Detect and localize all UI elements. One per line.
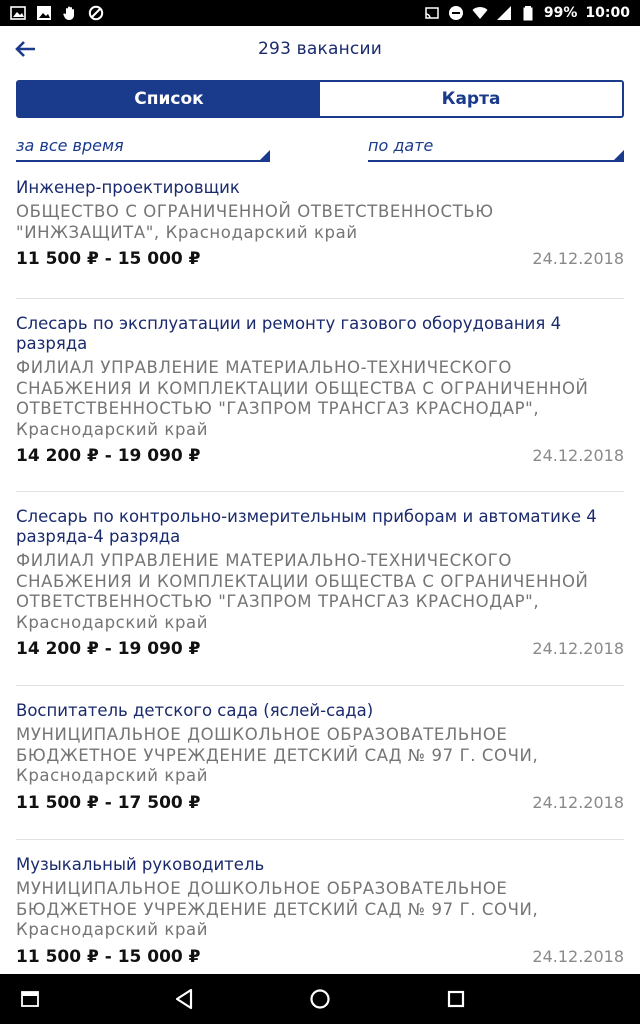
vacancy-employer: МУНИЦИПАЛЬНОЕ ДОШКОЛЬНОЕ ОБРАЗОВАТЕЛЬНОЕ… (16, 879, 539, 939)
battery-icon (523, 6, 533, 21)
period-filter-dropdown[interactable]: за все время (16, 130, 270, 162)
divider (16, 839, 624, 840)
view-switcher: Список Карта (16, 80, 624, 118)
recents-window-icon (21, 991, 39, 1007)
tab-map[interactable]: Карта (320, 82, 622, 116)
app-bar: 293 вакансии (0, 26, 640, 72)
system-nav-bar (0, 974, 640, 1024)
square-overview-icon (447, 990, 465, 1008)
vacancy-title: Инженер-проектировщик (16, 178, 240, 197)
vacancy-date: 24.12.2018 (532, 249, 624, 268)
vacancy-list[interactable]: Инженер-проектировщик ОБЩЕСТВО С ОГРАНИЧ… (0, 170, 640, 974)
divider (16, 685, 624, 686)
vacancy-title: Слесарь по эксплуатации и ремонту газово… (16, 314, 562, 353)
vacancy-date: 24.12.2018 (532, 639, 624, 658)
vacancy-employer: ОБЩЕСТВО С ОГРАНИЧЕННОЙ ОТВЕТСТВЕННОСТЬЮ… (16, 202, 494, 242)
vacancy-card[interactable]: Музыкальный руководитель МУНИЦИПАЛЬНОЕ Д… (0, 855, 640, 967)
vacancy-card[interactable]: Воспитатель детского сада (яслей-сада) М… (0, 701, 640, 813)
back-button[interactable] (10, 34, 40, 64)
sort-filter-dropdown[interactable]: по дате (368, 130, 624, 162)
notification-photo-icon (37, 6, 51, 20)
vacancy-employer: ФИЛИАЛ УПРАВЛЕНИЕ МАТЕРИАЛЬНО-ТЕХНИЧЕСКО… (16, 358, 589, 439)
vacancy-date: 24.12.2018 (532, 792, 624, 812)
vacancy-card[interactable]: Инженер-проектировщик ОБЩЕСТВО С ОГРАНИЧ… (0, 178, 640, 269)
recents-window-button[interactable] (16, 985, 44, 1013)
clock: 10:00 (585, 5, 630, 21)
vacancy-card[interactable]: Слесарь по эксплуатации и ремонту газово… (0, 314, 640, 466)
tab-list[interactable]: Список (18, 82, 320, 116)
nav-back-button[interactable] (170, 985, 198, 1013)
dnd-icon (448, 6, 463, 20)
vacancy-title: Воспитатель детского сада (яслей-сада) (16, 701, 374, 720)
vacancy-date: 24.12.2018 (532, 946, 624, 966)
vacancy-employer: ФИЛИАЛ УПРАВЛЕНИЕ МАТЕРИАЛЬНО-ТЕХНИЧЕСКО… (16, 551, 589, 632)
battery-percent: 99% (543, 5, 578, 21)
dropdown-triangle-icon (614, 150, 624, 160)
vacancy-salary: 11 500 ₽ - 15 000 ₽ (16, 946, 201, 967)
filters-bar: за все время по дате (16, 130, 624, 164)
nav-overview-button[interactable] (442, 985, 470, 1013)
divider (16, 298, 624, 299)
cast-icon (425, 7, 439, 19)
triangle-back-icon (175, 988, 193, 1010)
wifi-icon (472, 7, 488, 19)
arrow-left-icon (15, 41, 35, 57)
notification-hand-icon (63, 6, 74, 20)
vacancy-employer: МУНИЦИПАЛЬНОЕ ДОШКОЛЬНОЕ ОБРАЗОВАТЕЛЬНОЕ… (16, 725, 539, 785)
divider (16, 491, 624, 492)
vacancy-title: Слесарь по контрольно-измерительным приб… (16, 507, 597, 546)
vacancy-salary: 14 200 ₽ - 19 090 ₽ (16, 446, 201, 466)
status-bar: 99% 10:00 (0, 0, 640, 26)
nav-home-button[interactable] (306, 985, 334, 1013)
vacancy-title: Музыкальный руководитель (16, 855, 265, 874)
notification-image-icon (10, 6, 26, 20)
vacancy-date: 24.12.2018 (532, 446, 624, 465)
notification-block-icon (88, 5, 104, 21)
vacancy-card[interactable]: Слесарь по контрольно-измерительным приб… (0, 507, 640, 659)
period-filter-value: за все время (16, 136, 124, 155)
vacancy-salary: 14 200 ₽ - 19 090 ₽ (16, 639, 201, 659)
vacancy-salary: 11 500 ₽ - 15 000 ₽ (16, 249, 201, 269)
signal-icon (496, 6, 511, 20)
page-title: 293 вакансии (258, 39, 382, 59)
sort-filter-value: по дате (368, 136, 434, 155)
dropdown-triangle-icon (260, 150, 270, 160)
vacancy-salary: 11 500 ₽ - 17 500 ₽ (16, 792, 201, 813)
circle-home-icon (310, 989, 330, 1009)
